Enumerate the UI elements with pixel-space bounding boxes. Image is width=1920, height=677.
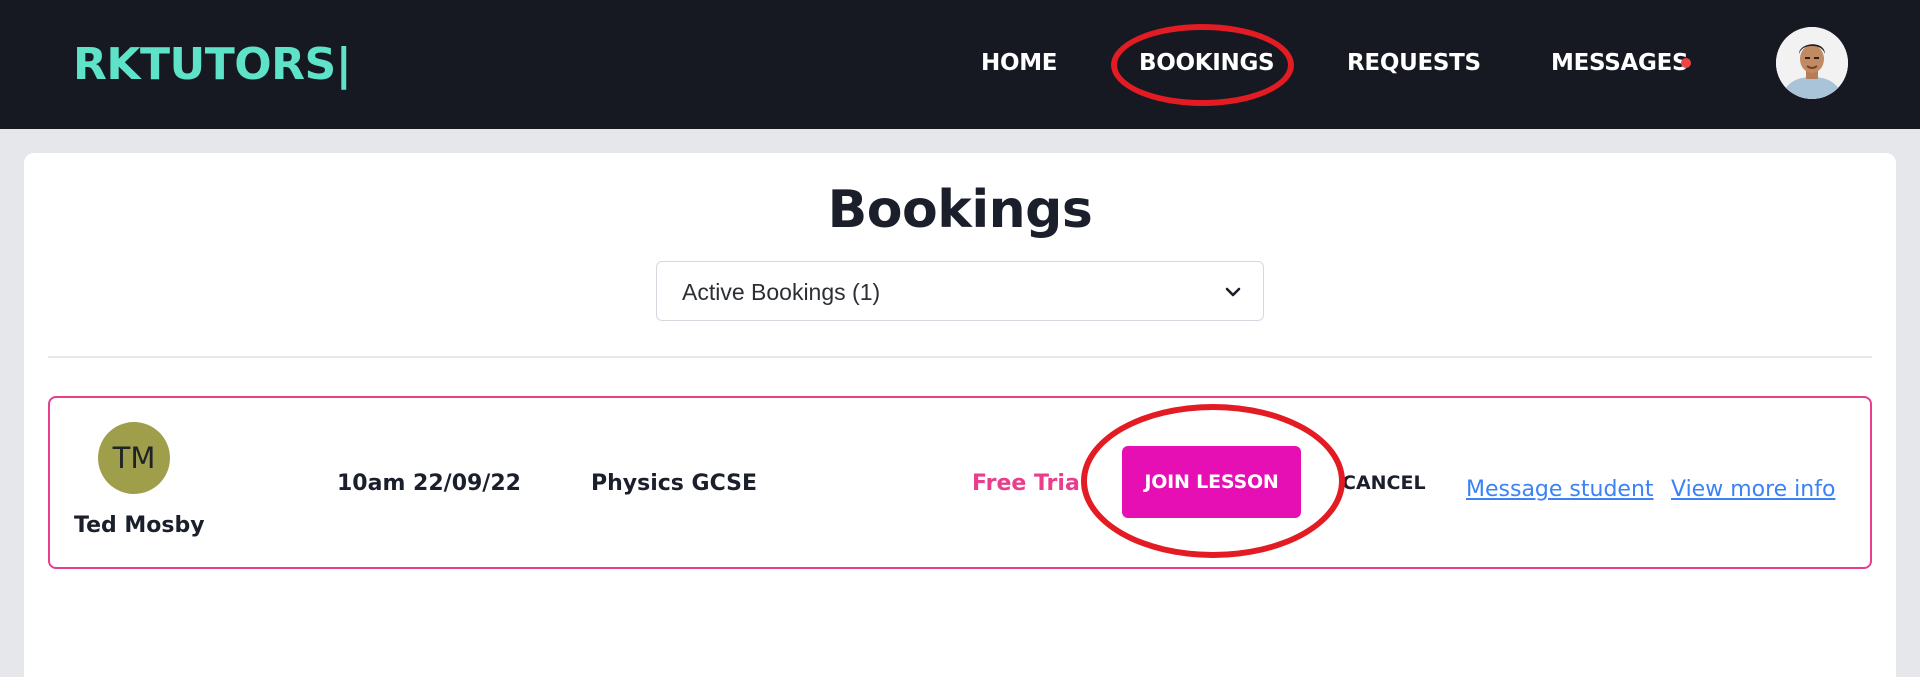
page-title: Bookings: [827, 180, 1093, 240]
message-notification-dot: [1681, 58, 1691, 68]
nav-home[interactable]: HOME: [981, 48, 1058, 78]
booking-type-badge: Free Trial: [972, 471, 1088, 496]
select-value: Active Bookings (1): [682, 279, 881, 305]
user-photo-icon: [1776, 27, 1848, 99]
top-navbar: RKTUTORS| HOME BOOKINGS REQUESTS MESSAGE…: [0, 0, 1920, 129]
profile-avatar[interactable]: [1776, 27, 1848, 99]
student-name: Ted Mosby: [74, 513, 205, 538]
divider: [48, 356, 1872, 358]
cancel-button[interactable]: CANCEL: [1342, 471, 1426, 495]
nav-bookings[interactable]: BOOKINGS: [1139, 48, 1275, 78]
nav-requests[interactable]: REQUESTS: [1347, 48, 1481, 78]
brand-logo[interactable]: RKTUTORS|: [73, 38, 352, 92]
booking-datetime: 10am 22/09/22: [337, 471, 521, 496]
bookings-filter-select[interactable]: Active Bookings (1): [656, 261, 1264, 321]
student-initials-avatar: TM: [98, 422, 170, 494]
message-student-link[interactable]: Message student: [1466, 476, 1654, 504]
view-more-info-link[interactable]: View more info: [1671, 476, 1835, 504]
join-lesson-button[interactable]: JOIN LESSON: [1122, 446, 1301, 518]
nav-messages[interactable]: MESSAGES: [1551, 48, 1689, 78]
booking-subject: Physics GCSE: [591, 471, 758, 496]
chevron-down-icon: [1225, 287, 1241, 297]
